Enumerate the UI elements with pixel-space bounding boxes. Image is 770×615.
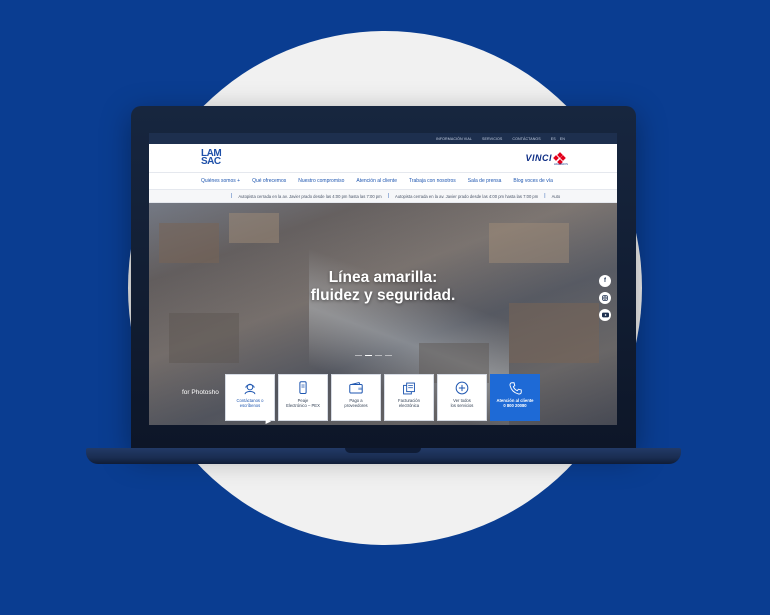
- instagram-icon[interactable]: [599, 292, 611, 304]
- lang-es[interactable]: ES: [551, 137, 556, 141]
- carousel-dot[interactable]: [355, 355, 362, 357]
- hero-title: Línea amarilla: fluidez y seguridad.: [149, 269, 617, 305]
- service-contact[interactable]: Contáctanos o escríbenos: [225, 374, 275, 421]
- main-nav: Quiénes somos + Qué ofrecemos Nuestro co…: [149, 172, 617, 189]
- vinci-logo[interactable]: VINCI HIGHWAYS: [525, 151, 568, 166]
- logo-line-2: SAC: [201, 156, 221, 167]
- ticker-item[interactable]: Autopista cerrada en la av. Javier prado…: [395, 194, 538, 199]
- service-label: Pago a proveedores: [344, 398, 368, 408]
- phone-call-icon: [507, 381, 523, 395]
- vinci-mark-icon: HIGHWAYS: [553, 151, 568, 166]
- hero-banner: Línea amarilla: fluidez y seguridad. f f…: [149, 203, 617, 425]
- ticker-item[interactable]: Autopista cerrada en la av. Javier prado…: [238, 194, 381, 199]
- service-call-center[interactable]: Atención al cliente 0 800 20080: [490, 374, 540, 421]
- overlay-text: for Photosho: [182, 389, 219, 396]
- nav-blog[interactable]: Blog voces de vía: [513, 178, 552, 184]
- vinci-wordmark: VINCI: [525, 153, 552, 163]
- hero-title-line-1: Línea amarilla:: [328, 269, 438, 286]
- facebook-icon[interactable]: f: [599, 275, 611, 287]
- nav-press[interactable]: Sala de prensa: [468, 178, 502, 184]
- hero-building: [159, 223, 219, 263]
- service-label: Contáctanos o escríbenos: [236, 398, 264, 408]
- utility-bar: INFORMACIÓN VIAL SERVICIOS CONTÁCTANOS E…: [149, 133, 617, 144]
- utility-link-road-info[interactable]: INFORMACIÓN VIAL: [436, 137, 472, 141]
- hero-building: [229, 213, 279, 243]
- laptop-notch: [345, 448, 421, 453]
- service-label: Facturación electrónica: [398, 398, 420, 408]
- utility-link-services[interactable]: SERVICIOS: [482, 137, 502, 141]
- carousel-dot[interactable]: [385, 355, 392, 357]
- plus-circle-icon: [454, 381, 470, 395]
- hero-building: [509, 303, 599, 363]
- service-label: Ver todos los servicios: [450, 398, 474, 408]
- language-switcher[interactable]: ES EN: [551, 137, 565, 141]
- hero-title-line-2: fluidez y seguridad.: [310, 287, 456, 304]
- vinci-sub: HIGHWAYS: [554, 162, 568, 166]
- nav-about[interactable]: Quiénes somos +: [201, 178, 240, 184]
- social-links: f: [599, 275, 611, 321]
- wallet-icon: [348, 381, 364, 395]
- site-header: LAM SAC VINCI HIGHWAYS: [149, 144, 617, 172]
- ticker-separator: |: [231, 193, 233, 199]
- news-ticker: | Autopista cerrada en la av. Javier pra…: [149, 189, 617, 203]
- carousel-dot[interactable]: [375, 355, 382, 357]
- hero-building: [169, 313, 239, 363]
- service-invoicing[interactable]: Facturación electrónica: [384, 374, 434, 421]
- nav-customer-service[interactable]: Atención al cliente: [356, 178, 397, 184]
- carousel-dots: [355, 355, 392, 357]
- nav-careers[interactable]: Trabaja con nosotros: [409, 178, 456, 184]
- ticker-item[interactable]: Auto: [552, 194, 561, 199]
- lamsac-logo[interactable]: LAM SAC: [201, 149, 222, 167]
- carousel-dot[interactable]: [365, 355, 372, 357]
- service-shortcuts: Contáctanos o escríbenos Peaje Electróni…: [225, 374, 540, 421]
- phone-icon: [295, 381, 311, 395]
- hero-building: [489, 223, 569, 263]
- utility-link-contact[interactable]: CONTÁCTANOS: [512, 137, 540, 141]
- youtube-icon[interactable]: [599, 309, 611, 321]
- headset-icon: [242, 381, 258, 395]
- lang-en[interactable]: EN: [560, 137, 565, 141]
- nav-offer[interactable]: Qué ofrecemos: [252, 178, 286, 184]
- service-label: Peaje Electrónico – PEX: [286, 398, 320, 408]
- ticker-separator: |: [387, 193, 389, 199]
- invoice-icon: [401, 381, 417, 395]
- service-pex[interactable]: Peaje Electrónico – PEX: [278, 374, 328, 421]
- nav-commitment[interactable]: Nuestro compromiso: [298, 178, 344, 184]
- laptop-screen: INFORMACIÓN VIAL SERVICIOS CONTÁCTANOS E…: [149, 133, 617, 425]
- ticker-separator: |: [544, 193, 546, 199]
- service-all[interactable]: Ver todos los servicios: [437, 374, 487, 421]
- service-suppliers[interactable]: Pago a proveedores: [331, 374, 381, 421]
- service-label: Atención al cliente 0 800 20080: [496, 398, 534, 408]
